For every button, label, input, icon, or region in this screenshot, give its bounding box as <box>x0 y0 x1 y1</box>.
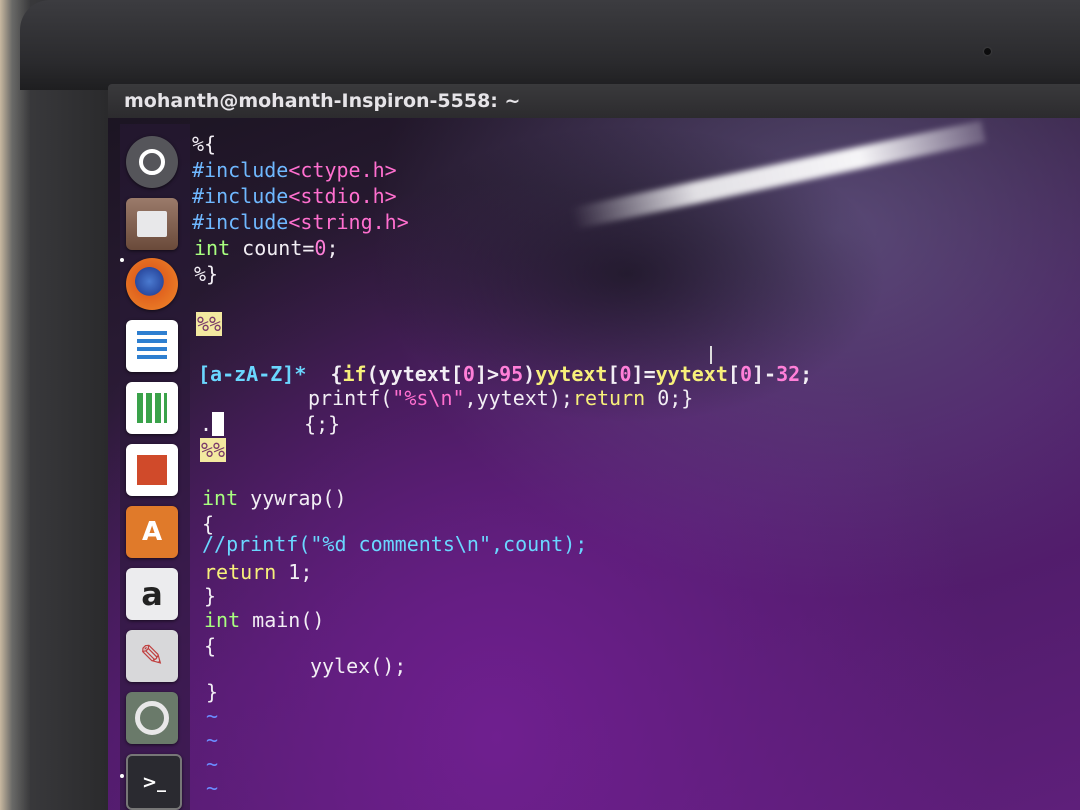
code-token: "%s\n" <box>392 386 465 410</box>
code-token: 95 <box>499 362 524 386</box>
code-token: 0 <box>739 362 752 386</box>
code-token: . <box>200 412 213 436</box>
ubuntu-logo-icon <box>139 149 165 175</box>
code-token: 1; <box>276 560 313 584</box>
code-token: int <box>204 608 241 632</box>
empty-line-marker: ~ <box>206 776 219 800</box>
code-token: {;} <box>304 412 341 436</box>
presentation-icon <box>137 455 167 485</box>
code-line: yylex(); <box>310 654 407 678</box>
webcam <box>984 48 991 55</box>
code-line: #include<stdio.h> <box>192 184 397 208</box>
window-title: mohanth@mohanth-Inspiron-5558: ~ <box>108 84 1080 118</box>
text-cursor <box>212 412 225 436</box>
empty-line-marker: ~ <box>206 752 219 776</box>
software-updater-icon[interactable] <box>126 692 178 744</box>
code-token: 0 <box>619 362 632 386</box>
spreadsheet-icon <box>137 393 167 423</box>
section-marker: %% <box>200 438 227 462</box>
files-icon[interactable] <box>126 198 178 250</box>
code-token: return <box>204 560 277 584</box>
code-line: int yywrap() <box>202 486 347 510</box>
empty-line-marker: ~ <box>206 704 219 728</box>
code-line: #include<string.h> <box>192 210 409 234</box>
software-center-icon[interactable]: A <box>126 506 178 558</box>
code-token: ,yytext); <box>464 386 573 410</box>
code-token: yytext <box>535 362 608 386</box>
code-line: { <box>204 634 217 658</box>
code-token: 0 <box>314 236 327 260</box>
code-token: { <box>306 362 343 386</box>
code-token: <stdio.h> <box>288 184 397 208</box>
ibeam-cursor-icon <box>710 346 712 364</box>
code-line: %{ <box>192 132 217 156</box>
bezel-top <box>20 0 1080 90</box>
code-token: ]= <box>631 362 656 386</box>
code-token: count= <box>230 236 315 260</box>
code-token: int <box>194 236 231 260</box>
empty-line-marker: ~ <box>206 728 219 752</box>
calc-icon[interactable] <box>126 382 178 434</box>
code-token: 32 <box>776 362 801 386</box>
code-token: printf( <box>308 386 393 410</box>
code-token: main() <box>240 608 325 632</box>
launcher: A a ✎ >_ <box>120 124 190 810</box>
code-token: return <box>572 386 646 410</box>
code-token: ]- <box>751 362 777 386</box>
code-token: <string.h> <box>288 210 409 234</box>
code-line: int main() <box>204 608 324 632</box>
code-token: ) <box>523 362 536 386</box>
code-token: #include <box>192 210 289 234</box>
updater-ring-icon <box>135 701 169 735</box>
screen: mohanth@mohanth-Inspiron-5558: ~ A a ✎ >… <box>108 84 1080 810</box>
code-token: [ <box>727 362 740 386</box>
drawer-icon <box>137 211 167 237</box>
code-token: if <box>342 362 367 386</box>
code-line: #include<ctype.h> <box>192 158 397 182</box>
code-token: (yytext[ <box>366 362 463 386</box>
code-token: [ <box>607 362 620 386</box>
system-settings-icon[interactable]: ✎ <box>126 630 178 682</box>
code-token: yywrap() <box>238 486 347 510</box>
code-line: return 1; <box>204 560 312 584</box>
code-comment: //printf("%d comments\n",count); <box>202 532 588 556</box>
code-token: yytext <box>655 362 728 386</box>
code-line: . {;} <box>200 412 340 436</box>
launcher-active-indicator <box>120 774 124 778</box>
code-token: <ctype.h> <box>288 158 397 182</box>
code-line: } <box>206 680 219 704</box>
firefox-icon[interactable] <box>126 258 178 310</box>
ubuntu-dash-icon[interactable] <box>126 136 178 188</box>
bezel-edge <box>0 0 30 810</box>
document-icon <box>137 331 167 361</box>
code-line: %} <box>194 262 219 286</box>
code-token: #include <box>192 158 289 182</box>
code-token: ; <box>326 236 339 260</box>
code-token: [a-zA-Z]* <box>198 362 307 386</box>
code-line: int count=0; <box>194 236 339 260</box>
impress-icon[interactable] <box>126 444 178 496</box>
writer-icon[interactable] <box>126 320 178 372</box>
code-line: [a-zA-Z]* {if(yytext[0]>95)yytext[0]=yyt… <box>198 362 812 386</box>
code-line: } <box>204 584 217 608</box>
code-token: #include <box>192 184 289 208</box>
code-token: ; <box>800 362 813 386</box>
section-marker: %% <box>196 312 223 336</box>
launcher-active-indicator <box>120 258 124 262</box>
code-token: ]> <box>474 362 500 386</box>
code-token: 0;} <box>645 386 694 410</box>
terminal-icon[interactable]: >_ <box>126 754 182 810</box>
code-line: %% <box>196 312 223 336</box>
code-token: int <box>202 486 239 510</box>
amazon-icon[interactable]: a <box>126 568 178 620</box>
code-line: printf("%s\n",yytext);return 0;} <box>308 386 693 410</box>
code-token: 0 <box>462 362 475 386</box>
code-line: %% <box>200 438 227 462</box>
